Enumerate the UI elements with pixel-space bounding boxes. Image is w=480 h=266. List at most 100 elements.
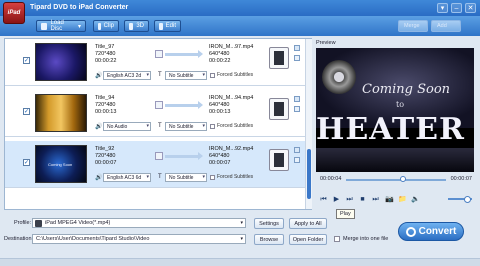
source-title: Title_97 bbox=[95, 44, 115, 50]
edit-button[interactable]: Edit bbox=[154, 20, 181, 32]
source-resolution: 720*480 bbox=[95, 102, 116, 108]
file-row[interactable]: ✓ Title_94 720*480 00:00:13 IRON_M...94.… bbox=[5, 90, 305, 137]
scrollbar-thumb[interactable] bbox=[307, 149, 311, 199]
stop-icon[interactable]: ■ bbox=[359, 196, 366, 203]
3d-button[interactable]: 3D bbox=[124, 20, 149, 32]
chevron-down-icon: ▾ bbox=[146, 72, 149, 78]
browse-button[interactable]: Browse bbox=[254, 234, 284, 245]
info-icon[interactable] bbox=[294, 55, 300, 61]
output-duration: 00:00:07 bbox=[209, 160, 231, 166]
volume-slider[interactable] bbox=[448, 196, 472, 203]
previous-icon[interactable]: ⏮ bbox=[320, 196, 327, 203]
clip-button[interactable]: Clip bbox=[93, 20, 119, 32]
seek-bar[interactable]: 00:00:04 00:00:07 bbox=[316, 175, 474, 185]
play-tooltip: Play bbox=[336, 209, 355, 219]
open-folder-button[interactable]: Open Folder bbox=[289, 234, 327, 245]
audio-track-select[interactable]: No Audio ▾ bbox=[103, 122, 151, 131]
output-info: IRON_M...97.mp4 640*480 00:00:22 bbox=[209, 44, 253, 65]
destination-input[interactable]: C:\Users\User\Documents\Tipard Studio\Vi… bbox=[32, 234, 246, 244]
merge-label: Merge bbox=[404, 23, 420, 29]
preview-label: Preview bbox=[316, 40, 336, 46]
source-duration: 00:00:07 bbox=[95, 160, 117, 166]
toolbar: Load Disc ▾ Clip 3D Edit Merge Add bbox=[0, 16, 480, 36]
video-thumbnail bbox=[35, 43, 87, 81]
forced-subtitles-option[interactable]: Forced Subtitles bbox=[210, 72, 253, 78]
output-info: IRON_M...92.mp4 640*480 00:00:07 bbox=[209, 146, 253, 167]
logo-text: iPad bbox=[7, 10, 21, 16]
arrow-icon bbox=[165, 49, 203, 58]
convert-button[interactable]: Convert bbox=[398, 222, 464, 241]
film-icon bbox=[155, 152, 163, 160]
preview-text-coming-soon: Coming Soon bbox=[362, 82, 451, 97]
forced-subtitles-checkbox[interactable] bbox=[210, 174, 215, 180]
status-bar bbox=[0, 258, 480, 266]
output-duration: 00:00:13 bbox=[209, 109, 231, 115]
merge-button[interactable]: Merge bbox=[398, 20, 428, 32]
source-duration: 00:00:22 bbox=[95, 58, 117, 64]
audio-track-select[interactable]: English AC3 2d ▾ bbox=[103, 71, 151, 80]
preview-text-theater: HEATER bbox=[316, 112, 465, 147]
speaker-icon: 🔊 bbox=[95, 73, 103, 79]
add-button[interactable]: Add bbox=[431, 20, 461, 32]
clip-label: Clip bbox=[103, 23, 114, 29]
current-time: 00:00:04 bbox=[320, 176, 342, 182]
remove-icon[interactable] bbox=[294, 96, 300, 102]
source-duration: 00:00:13 bbox=[95, 109, 117, 115]
row-checkbox[interactable]: ✓ bbox=[23, 159, 30, 166]
next-icon[interactable]: ⏭ bbox=[346, 196, 353, 203]
seek-track[interactable] bbox=[346, 179, 446, 181]
subtitle-icon: T bbox=[158, 72, 162, 78]
convert-arrow bbox=[155, 151, 203, 161]
seek-knob[interactable] bbox=[400, 176, 406, 182]
subtitle-select[interactable]: No Subtitle ▾ bbox=[165, 71, 207, 80]
source-title: Title_94 bbox=[95, 95, 115, 101]
playback-controls: ⏮ ▶ ⏭ ■ ⏭ 📷 📁 🔈 bbox=[316, 192, 474, 206]
destination-label: Destination: bbox=[4, 236, 34, 242]
snapshot-icon[interactable]: 📷 bbox=[385, 196, 394, 203]
menu-button[interactable]: ▾ bbox=[437, 3, 448, 13]
chevron-down-icon: ▾ bbox=[240, 236, 243, 242]
settings-button[interactable]: Settings bbox=[254, 218, 284, 229]
audio-track-select[interactable]: English AC3 6d ▾ bbox=[103, 173, 151, 182]
profile-select[interactable]: iPad MPEG4 Video(*.mp4) ▾ bbox=[32, 218, 246, 228]
forced-subtitles-option[interactable]: Forced Subtitles bbox=[210, 174, 253, 180]
chevron-down-icon: ▾ bbox=[240, 220, 243, 226]
ipad-device-icon bbox=[269, 47, 289, 69]
end-icon[interactable]: ⏭ bbox=[372, 196, 379, 203]
output-resolution: 640*480 bbox=[209, 153, 230, 159]
forced-subtitles-checkbox[interactable] bbox=[210, 72, 215, 78]
close-button[interactable]: ✕ bbox=[465, 3, 476, 13]
volume-icon[interactable]: 🔈 bbox=[411, 196, 420, 203]
row-checkbox[interactable]: ✓ bbox=[23, 57, 30, 64]
play-icon[interactable]: ▶ bbox=[333, 196, 340, 203]
remove-icon[interactable] bbox=[294, 45, 300, 51]
apply-to-all-button[interactable]: Apply to All bbox=[289, 218, 327, 229]
video-thumbnail: Coming Soon bbox=[35, 145, 87, 183]
film-icon bbox=[155, 101, 163, 109]
load-disc-dropdown-icon[interactable]: ▾ bbox=[78, 23, 81, 30]
output-info: IRON_M...94.mp4 640*480 00:00:13 bbox=[209, 95, 253, 116]
forced-subtitles-option[interactable]: Forced Subtitles bbox=[210, 123, 253, 129]
load-disc-button[interactable]: Load Disc ▾ bbox=[36, 20, 86, 32]
forced-subtitles-checkbox[interactable] bbox=[210, 123, 215, 129]
output-duration: 00:00:22 bbox=[209, 58, 231, 64]
file-row-selected[interactable]: ✓ Coming Soon Title_92 720*480 00:00:07 … bbox=[5, 141, 305, 188]
subtitle-icon: T bbox=[158, 174, 162, 180]
info-icon[interactable] bbox=[294, 157, 300, 163]
remove-icon[interactable] bbox=[294, 147, 300, 153]
subtitle-select[interactable]: No Subtitle ▾ bbox=[165, 122, 207, 131]
merge-checkbox[interactable] bbox=[334, 236, 340, 242]
file-list-scrollbar[interactable] bbox=[305, 39, 312, 209]
total-time: 00:00:07 bbox=[450, 176, 472, 182]
row-checkbox[interactable]: ✓ bbox=[23, 108, 30, 115]
subtitle-value: No Subtitle bbox=[169, 123, 194, 130]
file-row[interactable]: ✓ Title_97 720*480 00:00:22 IRON_M...97.… bbox=[5, 39, 305, 86]
source-info: Title_92 720*480 00:00:07 bbox=[95, 146, 116, 167]
info-icon[interactable] bbox=[294, 106, 300, 112]
convert-label: Convert bbox=[418, 226, 457, 237]
3d-label: 3D bbox=[136, 23, 144, 29]
edit-icon bbox=[159, 22, 163, 30]
folder-icon[interactable]: 📁 bbox=[398, 196, 407, 203]
minimize-button[interactable]: – bbox=[451, 3, 462, 13]
subtitle-select[interactable]: No Subtitle ▾ bbox=[165, 173, 207, 182]
